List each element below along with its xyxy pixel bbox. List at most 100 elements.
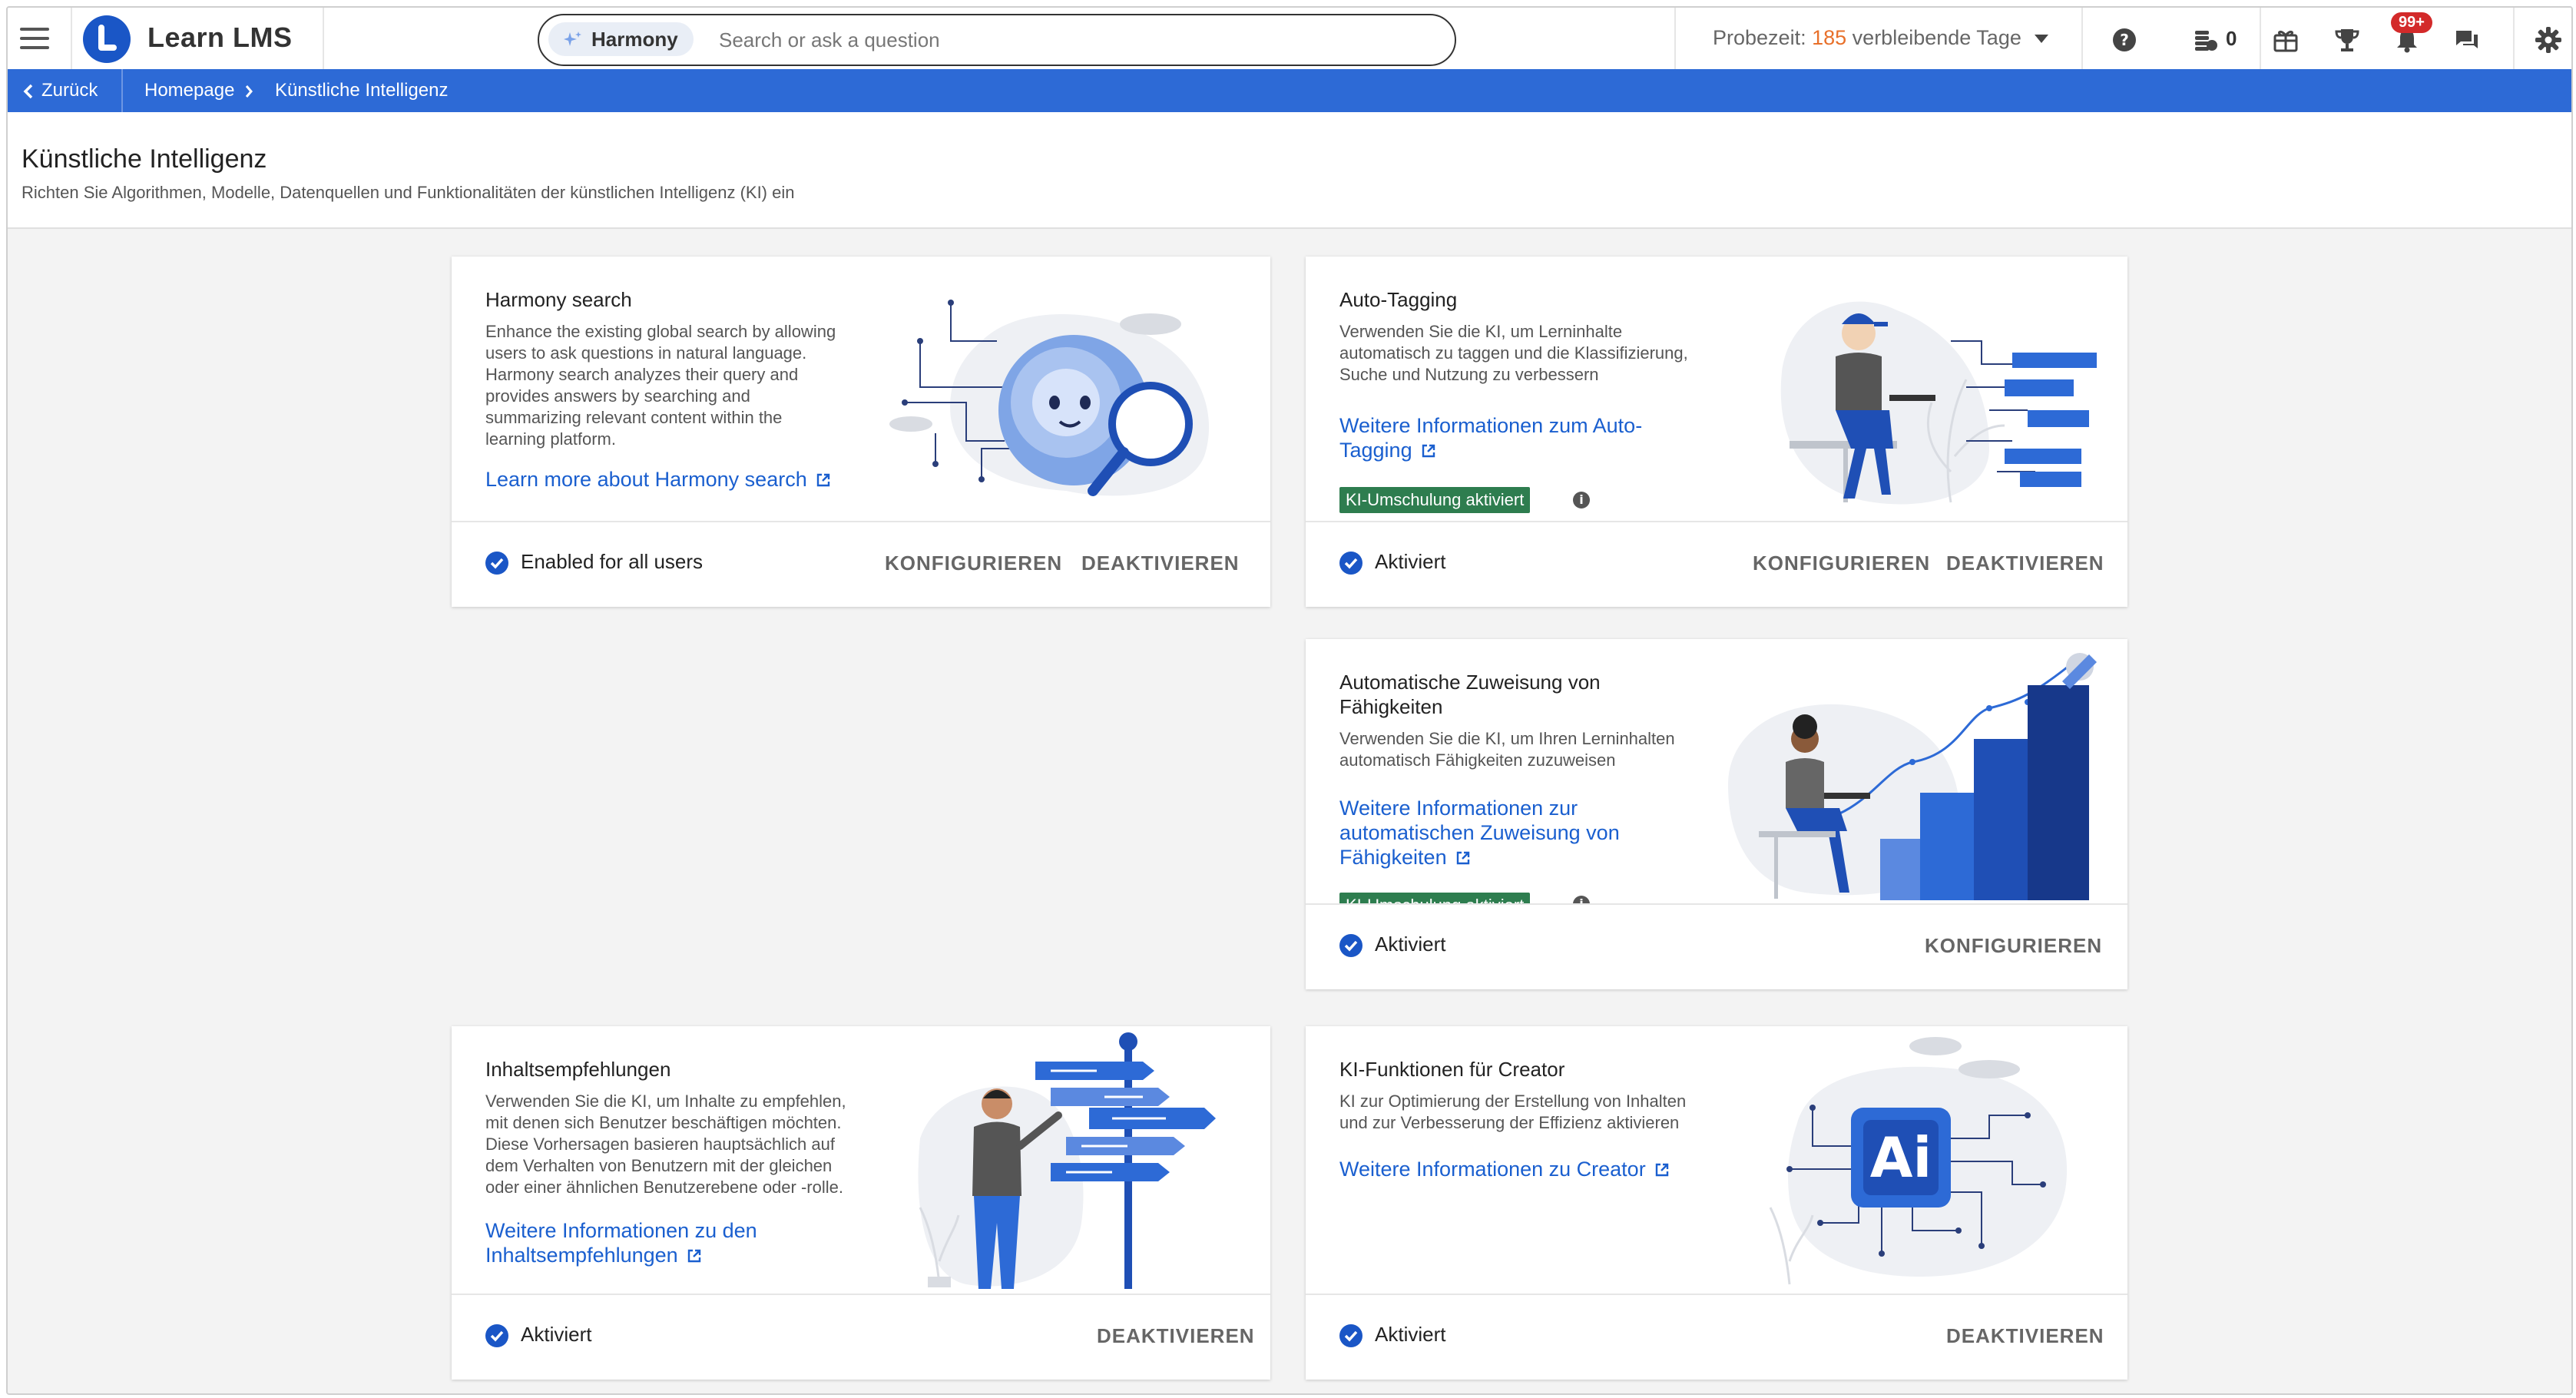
link-line: Fähigkeiten [1339, 846, 1447, 869]
chevron-left-icon [23, 84, 33, 98]
trophy-icon[interactable] [2332, 25, 2362, 55]
external-link-icon [687, 1249, 700, 1263]
svg-text:Ai: Ai [1870, 1125, 1932, 1190]
info-icon[interactable]: i [1573, 492, 1590, 509]
check-circle-icon [485, 1324, 508, 1348]
page-title: Künstliche Intelligenz [22, 144, 267, 174]
help-icon[interactable]: ? [2109, 25, 2140, 55]
back-button[interactable]: Zurück [23, 80, 98, 101]
status-label: Enabled for all users [521, 550, 704, 573]
card-content-recommendations: Inhaltsempfehlungen Verwenden Sie die KI… [452, 1026, 1270, 1380]
check-circle-icon [1339, 934, 1362, 958]
divider [2513, 8, 2515, 69]
auto-tagging-illustration [1780, 301, 2097, 505]
link-label: Learn more about Harmony search [485, 468, 807, 491]
chevron-right-icon [245, 85, 253, 98]
logo-icon[interactable] [83, 15, 131, 63]
divider [323, 8, 324, 69]
card-footer: Aktiviert KONFIGURIEREN [1306, 903, 2127, 989]
deactivate-button[interactable]: DEAKTIVIEREN [1946, 1324, 2104, 1348]
configure-button[interactable]: KONFIGURIEREN [1753, 552, 1930, 575]
check-circle-icon [1339, 552, 1362, 575]
credits-count: 0 [2226, 27, 2237, 50]
trial-dropdown[interactable]: Probezeit: 185 verbleibende Tage [1713, 26, 2049, 50]
gift-icon[interactable] [2270, 25, 2301, 55]
creator-learn-more-link[interactable]: Weitere Informationen zu Creator [1339, 1157, 1670, 1181]
trial-suffix: verbleibende Tage [1852, 26, 2021, 49]
coins-icon[interactable] [2190, 25, 2221, 55]
divider [1674, 8, 1676, 69]
external-link-icon [1422, 444, 1435, 458]
card-title: Harmony search [485, 288, 632, 311]
breadcrumb-current: Künstliche Intelligenz [275, 80, 449, 101]
menu-icon[interactable] [20, 28, 49, 51]
auto-tagging-learn-more-link[interactable]: Weitere Informationen zum Auto- Tagging [1339, 413, 1642, 462]
card-description: Verwenden Sie die KI, um Inhalte zu empf… [485, 1092, 846, 1197]
trial-label: Probezeit: [1713, 26, 1806, 49]
link-line: Inhaltsempfehlungen [485, 1244, 678, 1267]
external-link-icon [816, 473, 829, 487]
external-link-icon [1655, 1163, 1668, 1177]
card-description: KI zur Optimierung der Erstellung von In… [1339, 1092, 1687, 1132]
divider [2081, 8, 2083, 69]
status-activated: Aktiviert [1339, 933, 1445, 958]
link-line: Weitere Informationen zur [1339, 797, 1578, 820]
check-circle-icon [1339, 1324, 1362, 1348]
app-window: Learn LMS Harmony Probezeit: 185 verblei… [6, 6, 2573, 1395]
skill-assignment-illustration [1728, 653, 2097, 900]
status-label: Aktiviert [1375, 1323, 1446, 1346]
link-label: Weitere Informationen zu Creator [1339, 1158, 1646, 1181]
status-activated: Aktiviert [1339, 550, 1445, 575]
title-line: Automatische Zuweisung von [1339, 671, 1601, 694]
back-label: Zurück [41, 80, 98, 101]
trial-days: 185 [1812, 26, 1847, 49]
top-bar: Learn LMS Harmony Probezeit: 185 verblei… [8, 8, 2571, 70]
card-footer: Aktiviert KONFIGURIEREN DEAKTIVIEREN [1306, 521, 2127, 607]
status-label: Aktiviert [521, 1323, 592, 1346]
svg-text:?: ? [2120, 31, 2129, 49]
search-bar[interactable]: Harmony [538, 14, 1456, 66]
card-footer: Aktiviert DEAKTIVIEREN [1306, 1294, 2127, 1380]
ki-retraining-tag: KI-Umschulung aktiviert [1339, 487, 1531, 513]
breadcrumb-homepage[interactable]: Homepage [144, 80, 234, 101]
link-line: automatischen Zuweisung von [1339, 821, 1620, 844]
breadcrumb-bar: Zurück Homepage Künstliche Intelligenz [8, 69, 2571, 112]
recommendations-learn-more-link[interactable]: Weitere Informationen zu den Inhaltsempf… [485, 1218, 757, 1267]
configure-button[interactable]: KONFIGURIEREN [1925, 934, 2102, 958]
card-title: Automatische Zuweisung von Fähigkeiten [1339, 670, 1601, 719]
link-line: Tagging [1339, 439, 1412, 462]
card-auto-tagging: Auto-Tagging Verwenden Sie die KI, um Le… [1306, 257, 2127, 607]
harmony-learn-more-link[interactable]: Learn more about Harmony search [485, 467, 832, 492]
app-name[interactable]: Learn LMS [147, 22, 293, 54]
title-line: Fähigkeiten [1339, 695, 1443, 718]
status-activated: Aktiviert [1339, 1323, 1446, 1348]
harmony-chip[interactable]: Harmony [548, 22, 694, 56]
sparkle-icon [564, 31, 581, 46]
divider [71, 8, 72, 69]
divider [121, 69, 123, 112]
status-label: Aktiviert [1375, 550, 1446, 573]
card-description: Enhance the existing global search by al… [485, 322, 836, 449]
card-description: Verwenden Sie die KI, um Ihren Lerninhal… [1339, 729, 1675, 770]
search-input[interactable] [717, 22, 1412, 58]
creator-ai-illustration: Ai [1769, 1037, 2068, 1285]
deactivate-button[interactable]: DEAKTIVIEREN [1081, 552, 1240, 575]
page-header: Künstliche Intelligenz Richten Sie Algor… [8, 112, 2571, 229]
link-line: Weitere Informationen zu den [485, 1219, 757, 1242]
skill-assignment-learn-more-link[interactable]: Weitere Informationen zur automatischen … [1339, 796, 1620, 870]
card-description: Verwenden Sie die KI, um Lerninhalte aut… [1339, 322, 1688, 384]
harmony-label: Harmony [591, 28, 678, 51]
recommendations-illustration [918, 1032, 1216, 1289]
deactivate-button[interactable]: DEAKTIVIEREN [1946, 552, 2104, 575]
deactivate-button[interactable]: DEAKTIVIEREN [1097, 1324, 1255, 1348]
harmony-illustration [889, 300, 1210, 496]
configure-button[interactable]: KONFIGURIEREN [885, 552, 1062, 575]
chat-icon[interactable] [2452, 25, 2482, 55]
card-title: KI-Funktionen für Creator [1339, 1058, 1565, 1081]
status-activated: Aktiviert [485, 1323, 592, 1348]
check-circle-icon [485, 552, 508, 575]
card-skill-assignment: Automatische Zuweisung von Fähigkeiten V… [1306, 639, 2127, 989]
gear-icon[interactable] [2533, 25, 2564, 55]
card-harmony-search: Harmony search Enhance the existing glob… [452, 257, 1270, 607]
page-subtitle: Richten Sie Algorithmen, Modelle, Datenq… [22, 183, 795, 202]
